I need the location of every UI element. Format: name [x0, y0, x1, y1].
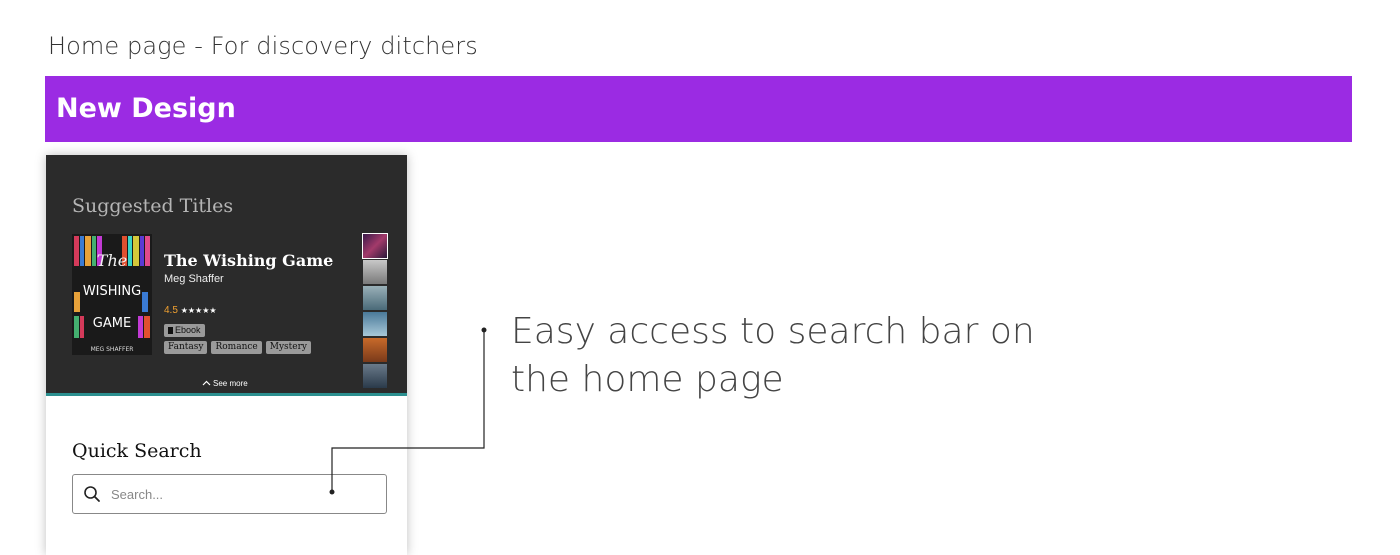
thumbnail[interactable] — [363, 364, 387, 388]
genre-tags: Fantasy Romance Mystery — [164, 341, 311, 354]
suggested-thumbnail-strip — [362, 233, 388, 389]
suggested-titles-panel: Suggested Titles The WISHING GAME MEG SH… — [46, 155, 407, 396]
thumbnail[interactable] — [363, 312, 387, 336]
thumbnail-selected[interactable] — [362, 233, 388, 259]
chevron-up-icon — [202, 380, 211, 386]
search-bar[interactable] — [72, 474, 387, 514]
see-more-label: See more — [213, 379, 248, 388]
rating-value: 4.5 — [164, 305, 178, 316]
quick-search-heading: Quick Search — [72, 440, 202, 462]
thumbnail[interactable] — [363, 338, 387, 362]
phone-mockup: Suggested Titles The WISHING GAME MEG SH… — [46, 155, 407, 555]
thumbnail[interactable] — [363, 260, 387, 284]
genre-tag[interactable]: Fantasy — [164, 341, 208, 354]
cover-text-author: MEG SHAFFER — [91, 346, 134, 353]
rating-stars: ★★★★★ — [180, 306, 217, 315]
format-badge: Ebook — [164, 324, 205, 337]
book-icon — [168, 327, 173, 334]
book-author: Meg Shaffer — [164, 273, 224, 285]
annotation-text: Easy access to search bar on the home pa… — [511, 311, 1035, 400]
book-title[interactable]: The Wishing Game — [164, 251, 333, 270]
genre-tag[interactable]: Romance — [211, 341, 262, 354]
page-heading: Home page - For discovery ditchers — [48, 32, 478, 60]
thumbnail[interactable] — [363, 286, 387, 310]
book-cover[interactable]: The WISHING GAME MEG SHAFFER — [72, 234, 152, 355]
see-more-button[interactable]: See more — [202, 379, 248, 388]
cover-text-the: The — [97, 251, 127, 270]
genre-tag[interactable]: Mystery — [265, 341, 311, 354]
rating: 4.5 ★★★★★ — [164, 305, 217, 316]
search-icon — [84, 486, 100, 502]
search-input[interactable] — [111, 484, 371, 504]
design-banner: New Design — [45, 76, 1352, 142]
cover-text-game: GAME — [93, 316, 131, 331]
book-cover-art: The WISHING GAME MEG SHAFFER — [72, 234, 152, 355]
cover-text-wishing: WISHING — [83, 284, 141, 299]
suggested-titles-heading: Suggested Titles — [72, 195, 234, 217]
banner-title: New Design — [56, 93, 236, 124]
format-label: Ebook — [175, 325, 201, 335]
